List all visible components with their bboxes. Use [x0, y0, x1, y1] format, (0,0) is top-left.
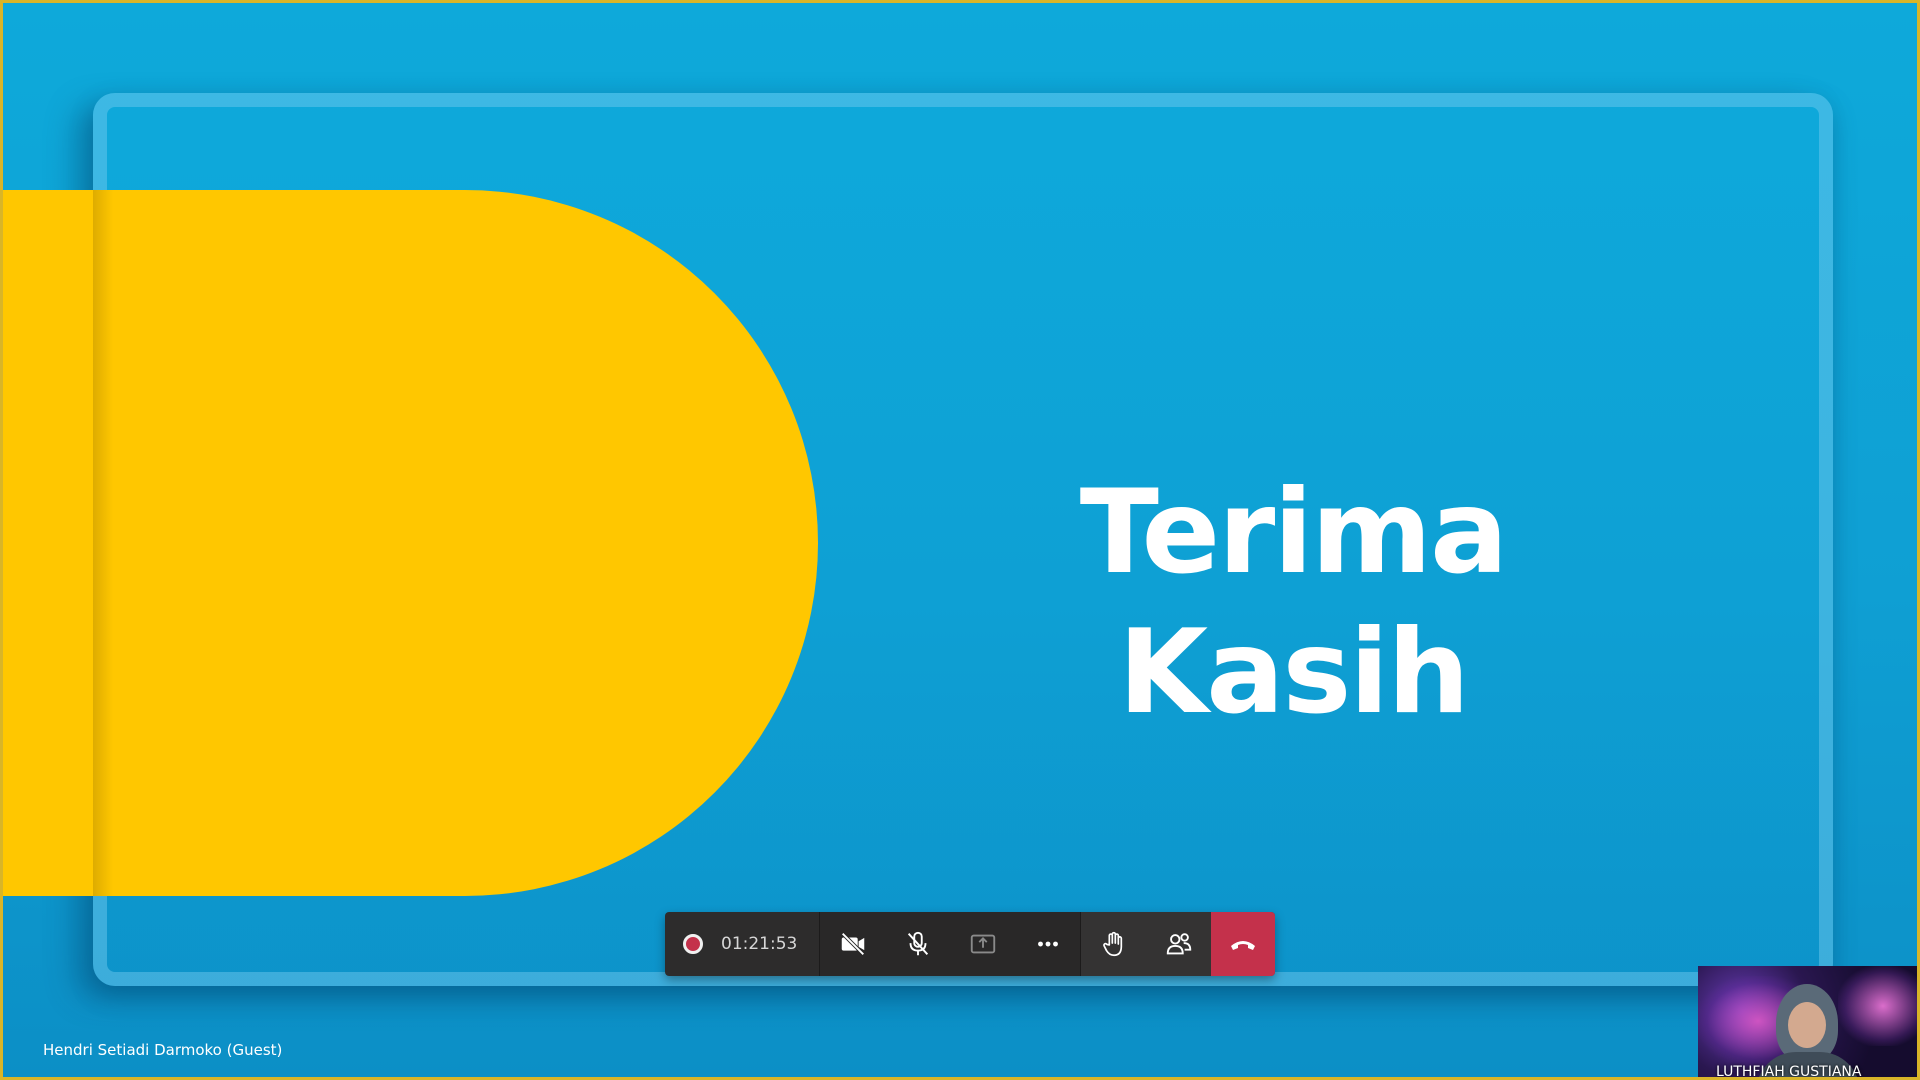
- slide-accent-shadow: [93, 190, 113, 896]
- self-video-name-label: LUTHFIAH GUSTIANA: [1716, 1064, 1862, 1080]
- share-tray-icon: [970, 934, 996, 954]
- participant-face: [1788, 1002, 1826, 1048]
- toolbar-extra-controls: [1080, 912, 1276, 976]
- phone-hangup-icon: [1231, 941, 1256, 950]
- people-icon: [1166, 933, 1192, 955]
- video-off-icon: [841, 932, 865, 956]
- self-video-thumbnail[interactable]: LUTHFIAH GUSTIANA: [1698, 966, 1917, 1080]
- ellipsis-icon: [1037, 941, 1058, 947]
- meeting-toolbar: 01:21:53: [665, 912, 1276, 976]
- slide-accent-shape: [3, 190, 818, 896]
- mic-muted-button[interactable]: [885, 912, 950, 976]
- raise-hand-button[interactable]: [1081, 912, 1146, 976]
- slide-title: Terima Kasih: [1079, 465, 1509, 740]
- camera-off-button[interactable]: [820, 912, 885, 976]
- meeting-stage: Terima Kasih 01:21:53 Hendri Setiadi Dar…: [0, 0, 1920, 1080]
- presenter-name-label: Hendri Setiadi Darmoko (Guest): [43, 1041, 283, 1059]
- record-icon: [683, 934, 703, 954]
- more-actions-button[interactable]: [1015, 912, 1080, 976]
- hang-up-button[interactable]: [1211, 912, 1276, 976]
- mic-off-icon: [907, 931, 928, 956]
- recording-timer: 01:21:53: [721, 934, 798, 954]
- toolbar-controls: [820, 912, 1081, 976]
- hand-icon: [1102, 931, 1123, 957]
- participants-button[interactable]: [1146, 912, 1211, 976]
- recording-indicator: 01:21:53: [665, 912, 821, 976]
- share-screen-button[interactable]: [950, 912, 1015, 976]
- video-background-nebula-2: [1838, 966, 1917, 1046]
